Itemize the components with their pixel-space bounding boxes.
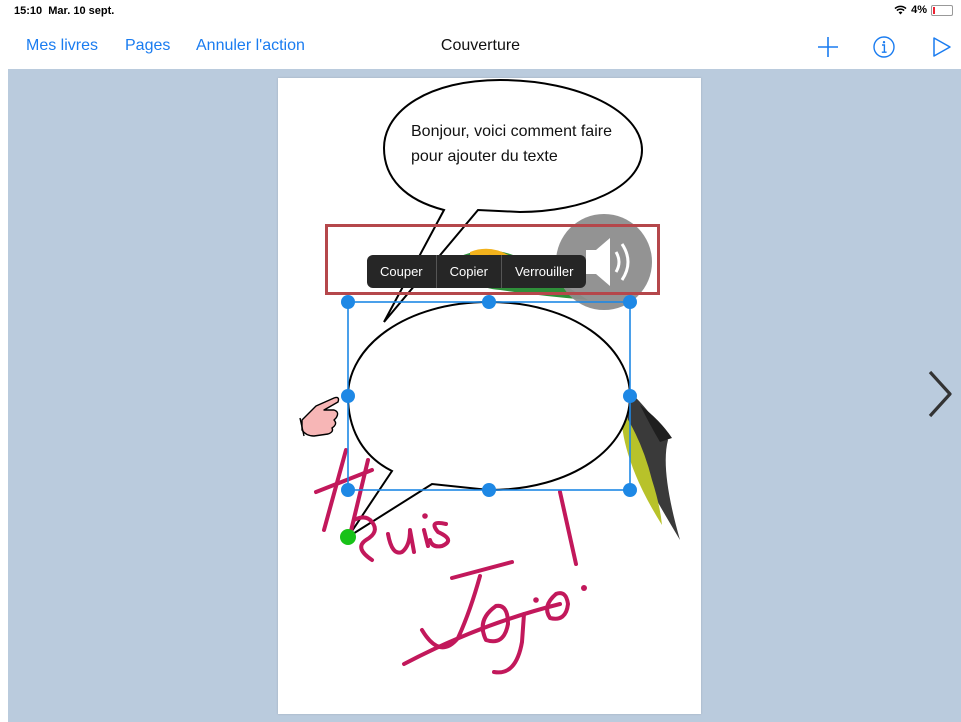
resize-handle[interactable] bbox=[341, 295, 355, 309]
next-page-chevron-icon[interactable] bbox=[920, 366, 958, 422]
resize-handle[interactable] bbox=[482, 295, 496, 309]
page-drawing-canvas bbox=[299, 78, 680, 675]
resize-handle[interactable] bbox=[623, 483, 637, 497]
resize-handle[interactable] bbox=[623, 295, 637, 309]
resize-handle[interactable] bbox=[623, 389, 637, 403]
resize-handle[interactable] bbox=[482, 483, 496, 497]
annotation-highlight-box bbox=[325, 224, 660, 295]
pointing-hand-icon bbox=[299, 396, 340, 437]
bubble-text[interactable]: Bonjour, voici comment faire pour ajoute… bbox=[411, 120, 631, 169]
speech-bubble-selected[interactable] bbox=[346, 300, 632, 538]
resize-handle[interactable] bbox=[341, 389, 355, 403]
tail-handle[interactable] bbox=[340, 529, 356, 545]
resize-handle[interactable] bbox=[341, 483, 355, 497]
